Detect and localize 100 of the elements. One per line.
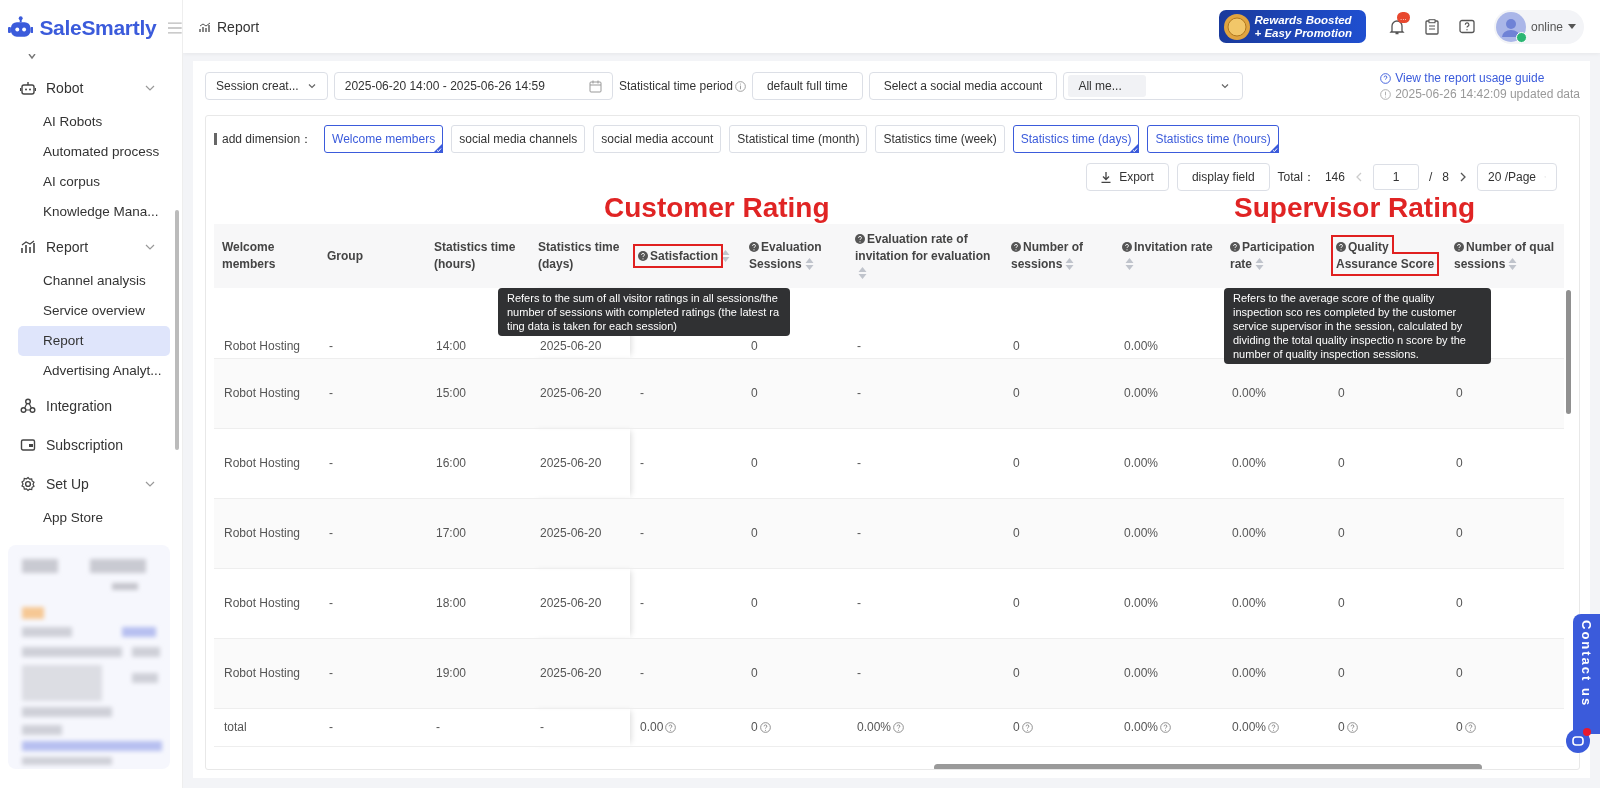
column-header[interactable]: Welcome members: [214, 224, 319, 288]
table-cell: -: [319, 358, 426, 428]
account-button[interactable]: Select a social media account: [868, 72, 1058, 100]
sidebar-item[interactable]: Subscription: [0, 425, 182, 464]
table-cell: 19:00: [426, 638, 530, 708]
table-cell: 0: [741, 428, 847, 498]
page-size-select[interactable]: 20 /Page: [1477, 163, 1557, 191]
sidebar-subitem[interactable]: Channel analysis: [18, 266, 170, 296]
settings-icon: [20, 475, 36, 492]
table-cell: 16:00: [426, 428, 530, 498]
column-header[interactable]: Participation rate: [1222, 224, 1328, 288]
member-select[interactable]: All me...: [1063, 72, 1244, 100]
scrollbar[interactable]: [1566, 290, 1571, 414]
table-cell: 0: [751, 720, 771, 734]
tick-icon: [433, 143, 444, 153]
sidebar-item[interactable]: Report: [0, 227, 182, 266]
dimension-label: add dimension：: [222, 130, 313, 148]
sidebar-item[interactable]: Integration: [0, 386, 182, 425]
table-cell: Robot Hosting: [214, 638, 319, 708]
table-cell: -: [630, 428, 741, 498]
table-cell: 2025-06-20: [530, 428, 630, 498]
table-cell: 0: [1003, 358, 1114, 428]
table-cell: -: [319, 498, 426, 568]
info-icon: [1380, 88, 1392, 100]
dimension-chip[interactable]: social media channels: [451, 125, 586, 153]
table-cell: 17:00: [426, 498, 530, 568]
table-cell: -: [319, 428, 426, 498]
table-cell: 0: [1003, 568, 1114, 638]
sidebar-subitem[interactable]: App Store: [18, 503, 170, 533]
table-cell: 0.00%: [1222, 428, 1328, 498]
promo-banner[interactable]: Rewards Boosted + Easy Promotion: [1218, 10, 1366, 43]
column-header[interactable]: Evaluation rate of invitation for evaluation: [847, 224, 1003, 288]
table-cell: 0: [1338, 720, 1358, 734]
table-cell: 0.00: [640, 720, 677, 734]
dimension-chip[interactable]: social media account: [593, 125, 722, 153]
sidebar-subitem[interactable]: Advertising Analyt...: [18, 356, 170, 386]
help-icon[interactable]: [1458, 18, 1475, 35]
help-icon: [1380, 72, 1392, 84]
sidebar-item[interactable]: Set Up: [0, 464, 182, 503]
column-header[interactable]: Invitation rate: [1114, 224, 1222, 288]
sidebar-subitem[interactable]: Service overview: [18, 296, 170, 326]
column-header[interactable]: Statistics time (days): [530, 224, 630, 288]
column-header[interactable]: Satisfaction: [630, 224, 741, 288]
tooltip: Refers to the average score of the quality inspection sco res completed by the customer service supervisor in the session, calculated by dividing the total quality inspectio n score by the number of quality inspection sessions.: [1224, 288, 1491, 364]
download-icon: [1101, 171, 1112, 183]
next-icon[interactable]: [1459, 172, 1467, 182]
dimension-chip[interactable]: Welcome members: [324, 125, 444, 153]
sidebar-subitem[interactable]: Knowledge Mana...: [18, 197, 170, 227]
user-menu[interactable]: online: [1493, 9, 1584, 44]
table-cell: 2025-06-20: [530, 358, 630, 428]
sidebar-subitem[interactable]: Report: [18, 326, 170, 356]
highlight-box: Satisfaction: [638, 248, 718, 263]
dimension-chip[interactable]: Statistics time (days): [1012, 125, 1140, 153]
column-header[interactable]: Quality Assurance Score: [1328, 224, 1446, 288]
guide-link[interactable]: View the report usage guide: [1395, 71, 1545, 85]
table-cell: 0: [1446, 568, 1564, 638]
table-cell: 0: [1013, 720, 1033, 734]
column-header[interactable]: Number of qual sessions: [1446, 224, 1564, 288]
sidebar-subitem[interactable]: AI corpus: [18, 167, 170, 197]
bell-icon[interactable]: [1388, 18, 1405, 35]
sidebar-item[interactable]: Robot: [0, 68, 182, 107]
status-dot: [1515, 31, 1527, 43]
page-field[interactable]: 1: [1372, 164, 1419, 190]
annotation-label: Customer Rating: [604, 193, 830, 223]
table-cell: 18:00: [426, 568, 530, 638]
chat-icon[interactable]: [1565, 726, 1593, 754]
period-button[interactable]: default full time: [751, 72, 863, 100]
column-header[interactable]: Group: [319, 224, 426, 288]
scrollbar[interactable]: [175, 210, 179, 450]
export-button[interactable]: Export: [1086, 163, 1169, 191]
period-label: Statistical time period: [618, 79, 733, 93]
nodes-icon: [20, 397, 36, 414]
coin-icon: [1222, 12, 1251, 41]
date-range-field[interactable]: 2025-06-20 14:00 - 2025-06-26 14:59: [333, 72, 613, 100]
table-cell: 0.00%: [1222, 498, 1328, 568]
column-header[interactable]: Statistics time (hours): [426, 224, 530, 288]
dimension-chip[interactable]: Statistics time (hours): [1147, 125, 1279, 153]
sidebar-subitem[interactable]: Automated process: [18, 137, 170, 167]
sidebar-subitem[interactable]: AI Robots: [18, 107, 170, 137]
dimension-chip[interactable]: Statistical time (month): [729, 125, 868, 153]
table-cell: 0: [1446, 358, 1564, 428]
column-header[interactable]: Evaluation Sessions: [741, 224, 847, 288]
scrollbar[interactable]: [934, 764, 1482, 769]
dimension-chip[interactable]: Statistics time (week): [875, 125, 1005, 153]
column-header[interactable]: Number of sessions: [1003, 224, 1114, 288]
table-cell: 0: [741, 498, 847, 568]
table-cell: -: [436, 720, 440, 734]
clipboard-icon[interactable]: [1424, 18, 1439, 35]
brand-name: SaleSmartly: [39, 16, 157, 40]
table-cell: 0: [1328, 638, 1446, 708]
display-field-button[interactable]: display field: [1176, 163, 1270, 191]
time-type-select[interactable]: Session creat...: [205, 72, 328, 100]
table-cell: 0.00%: [1114, 638, 1222, 708]
table-cell: 0.00%: [1124, 720, 1172, 734]
table-cell: 0: [741, 358, 847, 428]
table-cell: Robot Hosting: [214, 428, 319, 498]
tooltip: Refers to the sum of all visitor ratings in all sessions/the number of sessions with completed ratings (the latest ra ting data is taken for each session): [498, 288, 790, 336]
tick-icon: [1129, 143, 1140, 153]
table-cell: 0.00%: [1222, 568, 1328, 638]
contact-tab[interactable]: Contact us: [1573, 614, 1600, 734]
